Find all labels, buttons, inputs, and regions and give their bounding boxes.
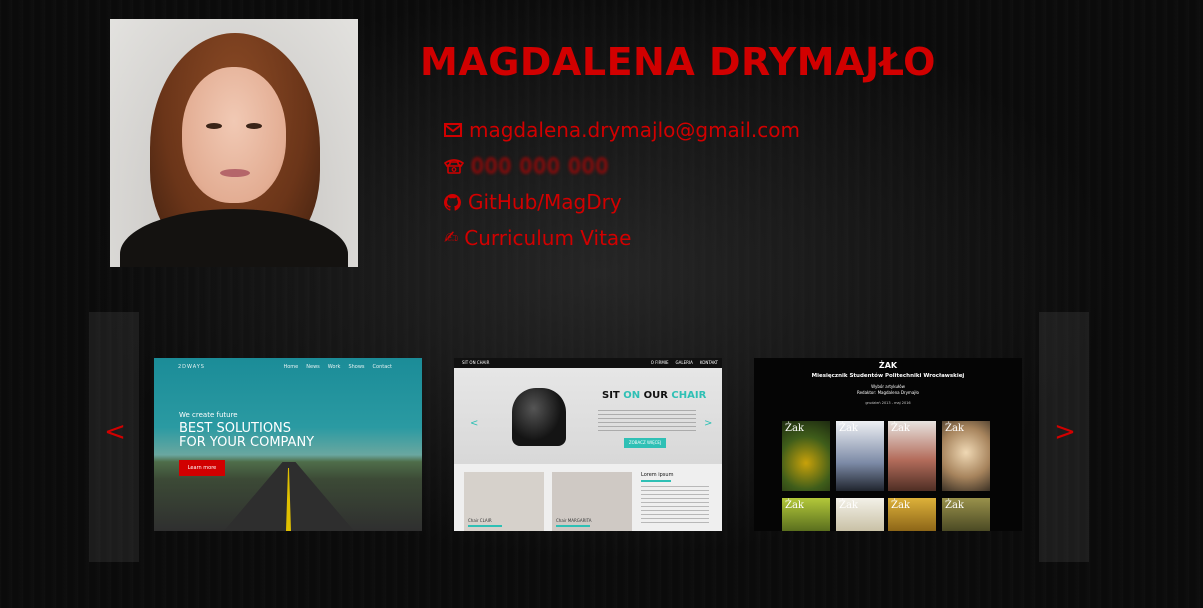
slide-nav-item: O FIRMIE (650, 360, 669, 365)
slide-subtitle: Miesięcznik Studentów Politechniki Wrocł… (811, 373, 965, 379)
slide-nav-item: Contact (372, 364, 392, 370)
slide-hero: SIT ON OUR CHAIR ZOBACZ WIĘCEJ < > (454, 368, 722, 464)
cover-logo: Żak (839, 500, 858, 511)
github-text: GitHub/MagDry (468, 190, 622, 214)
email-link[interactable]: magdalena.drymajlo@gmail.com (444, 112, 800, 148)
slide-nav-item: Home (283, 364, 299, 370)
slide-chevron-left-icon: < (470, 418, 479, 429)
cover-logo: Żak (785, 500, 804, 511)
slide-text-lines (598, 410, 696, 434)
slide-headline: BEST SOLUTIONS FOR YOUR COMPANY (179, 421, 315, 450)
slide-brand: 2DWAYS (178, 364, 205, 370)
slide-title-highlight: CHAIR (671, 390, 707, 401)
magazine-cover: Żak (942, 421, 990, 491)
slide-title-part: SIT (602, 390, 624, 401)
photo-lips (220, 169, 250, 177)
photo-shoulders (120, 209, 348, 267)
github-icon (444, 193, 461, 211)
slide-title: ŻAK (878, 361, 898, 370)
carousel-prev-button[interactable]: < (100, 417, 130, 447)
magazine-cover: Żak (782, 421, 830, 491)
cv-link[interactable]: ✍ Curriculum Vitae (444, 220, 800, 256)
slide-nav: O FIRMIE GALERIA KONTAKT (651, 360, 718, 365)
slide-title: SIT ON OUR CHAIR (602, 390, 706, 401)
carousel-next-button[interactable]: > (1050, 417, 1080, 447)
slide-side-text: Lorem ipsum (641, 472, 711, 531)
slide-tagline: We create future (179, 411, 238, 419)
profile-name: MAGDALENA DRYMAJŁO (420, 40, 936, 84)
magazine-cover: Żak (942, 498, 990, 531)
photo-eye (206, 123, 222, 129)
slide-cta-button: Learn more (179, 460, 225, 476)
slide-product-card: Chair CLAIR (464, 472, 544, 531)
side-underline (641, 480, 671, 482)
slide-dates: grudzień 2013 - maj 2016 (865, 401, 911, 405)
cover-logo: Żak (945, 500, 964, 511)
magazine-cover: Żak (782, 498, 830, 531)
magazine-cover: Żak (888, 498, 936, 531)
slide-nav-item: Work (327, 364, 341, 370)
slide-nav-item: GALERIA (675, 360, 693, 365)
card-underline (468, 525, 502, 527)
cover-logo: Żak (839, 423, 858, 434)
magazine-cover: Żak (836, 498, 884, 531)
cover-logo: Żak (891, 423, 910, 434)
cover-logo: Żak (785, 423, 804, 434)
cv-text: Curriculum Vitae (464, 226, 632, 250)
project-slide-2dways[interactable]: 2DWAYS Home News Work Shows Contact We c… (154, 358, 422, 531)
slide-title-highlight: ON (623, 390, 641, 401)
photo-face (182, 67, 286, 203)
card-underline (556, 525, 590, 527)
photo-eye (246, 123, 262, 129)
slide-brand: SIT ON CHAIR (462, 360, 490, 365)
cover-logo: Żak (891, 500, 910, 511)
profile-photo (110, 19, 358, 267)
email-text: magdalena.drymajlo@gmail.com (469, 118, 800, 142)
card-caption: Chair MARGARITA (556, 518, 592, 523)
slide-title-part: OUR (640, 390, 672, 401)
phone-text: 000 000 000 (471, 154, 610, 178)
github-link[interactable]: GitHub/MagDry (444, 184, 800, 220)
contact-list: magdalena.drymajlo@gmail.com 000 000 000… (444, 112, 800, 256)
project-slide-sit-on-chair[interactable]: SIT ON CHAIR O FIRMIE GALERIA KONTAKT SI… (454, 358, 722, 531)
side-text-lines (641, 486, 709, 526)
card-caption: Chair CLAIR (468, 518, 492, 523)
envelope-icon (444, 123, 462, 137)
slide-chevron-right-icon: > (704, 418, 713, 429)
slide-nav-item: Shows (348, 364, 365, 370)
chair-illustration (512, 388, 566, 446)
writing-hand-icon: ✍ (444, 228, 459, 248)
slide-product-card: Chair MARGARITA (552, 472, 632, 531)
slide-credits: Wybór artykułów Redaktor: Magdalena Drym… (857, 384, 919, 395)
magazine-cover: Żak (888, 421, 936, 491)
cover-logo: Żak (945, 423, 964, 434)
slide-nav-item: KONTAKT (699, 360, 718, 365)
slide-more-button: ZOBACZ WIĘCEJ (624, 438, 666, 448)
slide-nav-item: News (306, 364, 320, 370)
project-carousel: < > 2DWAYS Home News Work Shows Contact … (0, 312, 1203, 562)
slide-topbar: SIT ON CHAIR O FIRMIE GALERIA KONTAKT (454, 358, 722, 368)
telephone-icon (444, 159, 464, 174)
slide-nav: Home News Work Shows Contact (283, 364, 392, 370)
side-heading: Lorem ipsum (641, 472, 674, 478)
phone-link[interactable]: 000 000 000 (444, 148, 800, 184)
project-slide-zak[interactable]: ŻAK Miesięcznik Studentów Politechniki W… (754, 358, 1022, 531)
magazine-cover: Żak (836, 421, 884, 491)
